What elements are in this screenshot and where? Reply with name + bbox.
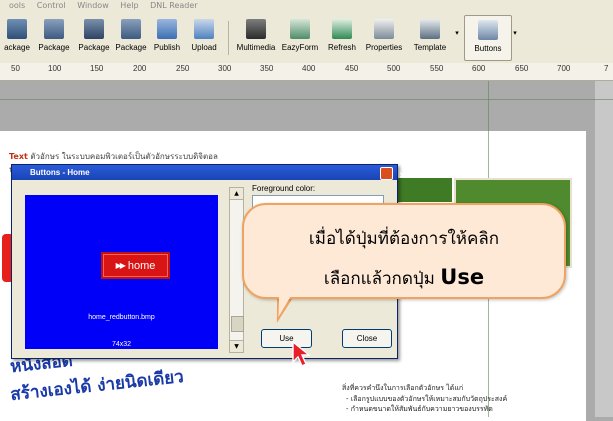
- toolbar: ackage Package Package Package Publish U…: [0, 13, 613, 64]
- ruler-label: 200: [133, 64, 147, 73]
- package-icon: [7, 19, 27, 39]
- chevron-down-icon: ▾: [513, 29, 517, 37]
- toolbar-buttons-button[interactable]: Buttons: [464, 15, 512, 61]
- upload-icon: [194, 19, 214, 39]
- package-icon: [44, 19, 64, 39]
- toolbar-package-button-4[interactable]: Package: [112, 15, 150, 59]
- image-filename: home_redbutton.bmp: [88, 314, 155, 321]
- callout-use-keyword: Use: [440, 265, 485, 289]
- horizontal-ruler: 50 100 150 200 250 300 350 400 450 500 5…: [0, 63, 613, 81]
- refresh-icon: [332, 19, 352, 39]
- buttons-dropdown[interactable]: ▾: [511, 15, 519, 59]
- home-button-label: home: [127, 259, 156, 272]
- package-lock-icon: [84, 19, 104, 39]
- toolbar-template-button[interactable]: Template: [407, 15, 453, 59]
- ruler-label: 450: [345, 64, 359, 73]
- toolbar-separator: [228, 21, 229, 55]
- ruler-label: 50: [11, 64, 20, 73]
- guide-line-horizontal: [0, 99, 613, 100]
- toolbar-package-button-3[interactable]: Package: [75, 15, 113, 59]
- dialog-title: Buttons - Home: [30, 168, 90, 177]
- menu-tools[interactable]: ools: [9, 0, 25, 12]
- ruler-label: 350: [260, 64, 274, 73]
- multimedia-icon: [246, 19, 266, 39]
- callout-line1: เมื่อได้ปุ่มที่ต้องการให้คลิก: [308, 229, 500, 249]
- scroll-down-icon[interactable]: ▼: [230, 340, 243, 352]
- ruler-label: 550: [430, 64, 444, 73]
- toolbar-package-button-1[interactable]: ackage: [0, 15, 34, 59]
- toolbar-properties-button[interactable]: Properties: [360, 15, 408, 59]
- heading-keyword: Text: [9, 152, 28, 161]
- template-dropdown[interactable]: ▾: [453, 15, 461, 59]
- ruler-label: 100: [48, 64, 62, 73]
- scrollbar-thumb[interactable]: [231, 316, 244, 332]
- toolbar-upload-button[interactable]: Upload: [186, 15, 222, 59]
- fast-forward-icon: ▶▶: [115, 261, 126, 270]
- dialog-close-button[interactable]: ✕: [380, 167, 406, 180]
- hint-line3: - กำหนดขนาดให้สัมพันธ์กับความยาวของบรรทั…: [346, 405, 493, 413]
- ruler-label: 300: [218, 64, 232, 73]
- toolbar-multimedia-button[interactable]: Multimedia: [232, 15, 280, 59]
- toolbar-package-button-2[interactable]: Package: [35, 15, 73, 59]
- foreground-color-label: Foreground color:: [252, 184, 316, 193]
- menu-bar: ools Control Window Help DNL Reader: [0, 0, 613, 13]
- ruler-label: 7: [604, 64, 609, 73]
- menu-control[interactable]: Control: [37, 0, 66, 12]
- toolbar-eazyform-button[interactable]: EazyForm: [279, 15, 321, 59]
- image-dimensions: 74x32: [111, 341, 132, 348]
- close-icon: ✕: [399, 171, 406, 180]
- scroll-up-icon[interactable]: ▲: [230, 188, 243, 200]
- ruler-label: 250: [176, 64, 190, 73]
- template-icon: [420, 19, 440, 39]
- button-preview[interactable]: ▶▶ home home_redbutton.bmp 74x32: [25, 195, 218, 349]
- buttons-icon: [478, 20, 498, 40]
- vertical-scrollbar[interactable]: [595, 81, 613, 417]
- form-icon: [290, 19, 310, 39]
- ruler-label: 400: [302, 64, 316, 73]
- ruler-label: 650: [515, 64, 529, 73]
- menu-window[interactable]: Window: [77, 0, 109, 12]
- menu-help[interactable]: Help: [120, 0, 138, 12]
- menu-dnl-reader[interactable]: DNL Reader: [150, 0, 197, 12]
- home-button-preview[interactable]: ▶▶ home: [101, 252, 170, 279]
- dialog-titlebar[interactable]: Buttons - Home ✕: [12, 165, 406, 180]
- package-icon: [121, 19, 141, 39]
- ruler-label: 700: [557, 64, 571, 73]
- close-button[interactable]: Close: [342, 329, 392, 348]
- ruler-label: 600: [472, 64, 486, 73]
- hint-line1: สิ่งที่ควรคำนึงในการเลือกตัวอักษร ได้แก่: [342, 384, 464, 392]
- properties-icon: [374, 19, 394, 39]
- publish-icon: [157, 19, 177, 39]
- toolbar-publish-button[interactable]: Publish: [150, 15, 184, 59]
- ruler-label: 500: [387, 64, 401, 73]
- callout-line2-text: เลือกแล้วกดปุ่ม: [323, 269, 435, 289]
- mouse-cursor-icon: [292, 340, 311, 367]
- toolbar-refresh-button[interactable]: Refresh: [322, 15, 362, 59]
- heading-text: ตัวอักษร ในระบบคอมพิวเตอร์เป็นตัวอักษรระ…: [27, 152, 218, 161]
- chevron-down-icon: ▾: [455, 29, 459, 37]
- ruler-label: 150: [90, 64, 104, 73]
